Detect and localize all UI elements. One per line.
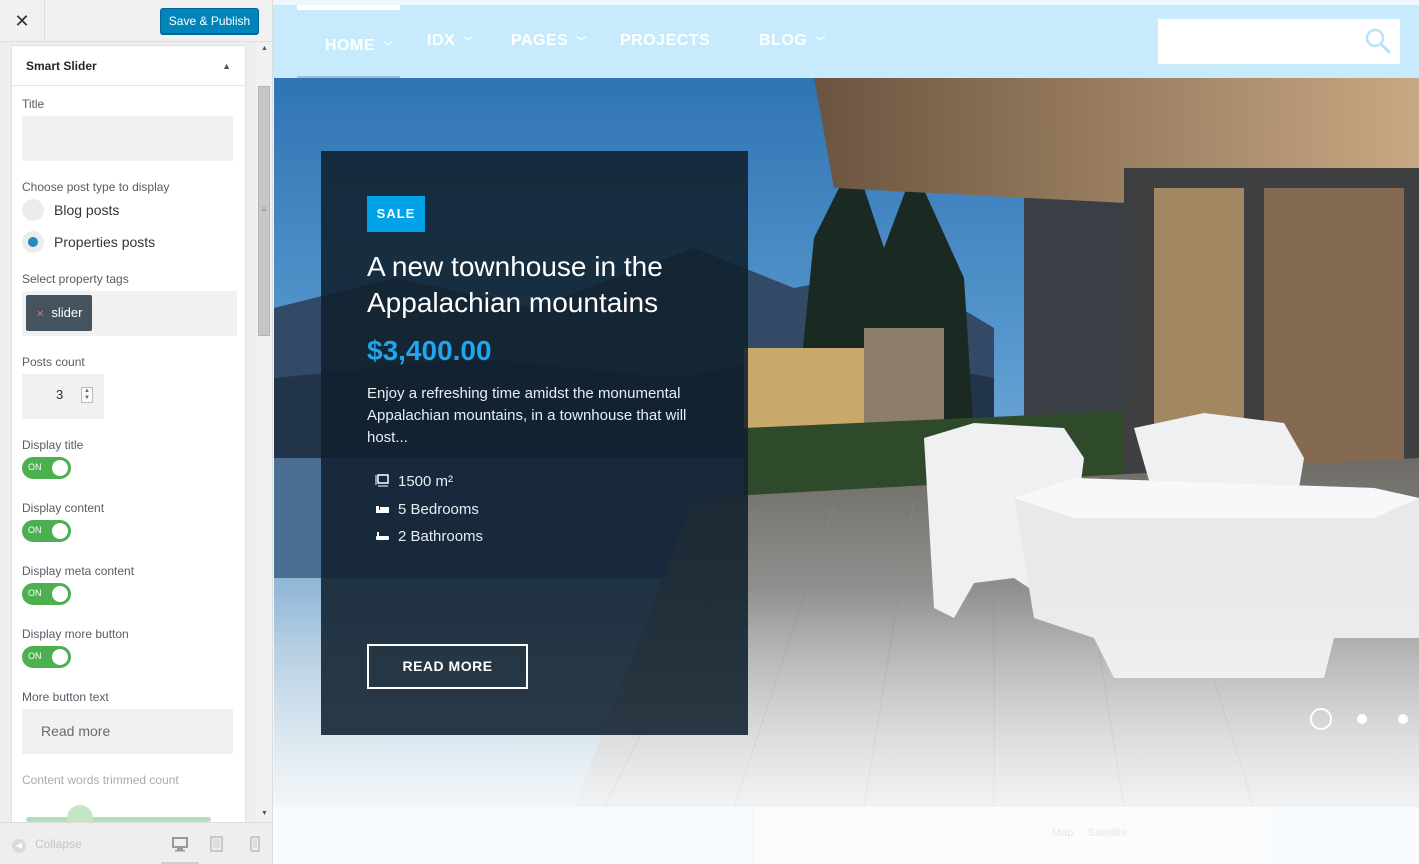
- meta-bedrooms-text: 5 Bedrooms: [398, 501, 479, 518]
- below-slider-section: Map Satellite: [273, 807, 1419, 864]
- toggle-state: ON: [28, 588, 42, 598]
- display-content-label: Display content: [22, 501, 105, 515]
- property-tags-select[interactable]: ✕ slider: [22, 291, 237, 336]
- radio-blog-posts[interactable]: [22, 199, 44, 221]
- desktop-icon[interactable]: [172, 835, 188, 853]
- nav-home[interactable]: HOME ﹀: [325, 37, 394, 55]
- meta-bedrooms: 5 Bedrooms: [375, 501, 479, 518]
- collapse-arrow-icon[interactable]: ▲: [222, 61, 231, 71]
- slider-dot-active[interactable]: [1310, 708, 1332, 730]
- customizer-header: ✕ Save & Publish: [0, 0, 272, 42]
- site-search-input[interactable]: [1158, 19, 1400, 64]
- radio-blog-posts-label[interactable]: Blog posts: [54, 202, 119, 218]
- remove-tag-icon[interactable]: ✕: [36, 309, 44, 320]
- collapse-button[interactable]: ◀ Collapse: [12, 837, 82, 853]
- scroll-grip-icon: ≡: [261, 205, 267, 214]
- toggle-state: ON: [28, 462, 42, 472]
- slide-card: SALE A new townhouse in the Appalachian …: [321, 151, 748, 735]
- more-button-text-input[interactable]: Read more: [22, 709, 233, 754]
- title-label: Title: [22, 97, 45, 111]
- display-title-label: Display title: [22, 438, 84, 452]
- toggle-knob: [52, 649, 68, 665]
- widget-panel: Smart Slider ▲ Title Choose post type to…: [11, 45, 246, 825]
- nav-active-indicator: [297, 5, 400, 10]
- mobile-icon[interactable]: [247, 835, 263, 853]
- search-icon[interactable]: [1364, 27, 1392, 55]
- hero-slider: SALE A new townhouse in the Appalachian …: [274, 78, 1419, 807]
- posts-count-stepper[interactable]: 3 ▲ ▼: [22, 374, 104, 419]
- property-tags-label: Select property tags: [22, 272, 129, 286]
- more-button-text-label: More button text: [22, 690, 109, 704]
- toggle-state: ON: [28, 525, 42, 535]
- save-publish-button[interactable]: Save & Publish: [160, 8, 259, 34]
- tag-chip: ✕ slider: [26, 295, 93, 331]
- tag-chip-label: slider: [51, 305, 83, 320]
- map-widget: Map Satellite: [753, 807, 1273, 864]
- posts-count-value: 3: [56, 387, 64, 402]
- nav-home-label: HOME: [325, 37, 375, 54]
- slide-title[interactable]: A new townhouse in the Appalachian mount…: [367, 249, 727, 321]
- map-tab-map[interactable]: Map: [1052, 827, 1073, 839]
- toggle-knob: [52, 523, 68, 539]
- toggle-knob: [52, 460, 68, 476]
- display-meta-toggle[interactable]: ON: [22, 583, 71, 605]
- nav-idx[interactable]: IDX ﹀: [427, 32, 474, 50]
- chevron-down-icon: ﹀: [463, 37, 474, 48]
- customizer-sidebar: ✕ Save & Publish Smart Slider ▲ Title Ch…: [0, 0, 273, 864]
- chevron-down-icon: ﹀: [576, 37, 587, 48]
- post-type-label: Choose post type to display: [22, 180, 170, 194]
- map-tab-satellite[interactable]: Satellite: [1088, 827, 1127, 839]
- tablet-icon[interactable]: [209, 835, 225, 853]
- radio-properties-posts-label[interactable]: Properties posts: [54, 234, 155, 250]
- bed-icon: [376, 506, 389, 513]
- chevron-down-icon: ﹀: [815, 37, 826, 48]
- display-content-toggle[interactable]: ON: [22, 520, 71, 542]
- nav-blog[interactable]: BLOG ﹀: [759, 32, 826, 50]
- scroll-up-icon[interactable]: ▲: [261, 45, 268, 52]
- nav-projects[interactable]: PROJECTS: [620, 32, 710, 50]
- radio-properties-posts[interactable]: [22, 231, 44, 253]
- nav-pages[interactable]: PAGES ﹀: [511, 32, 587, 50]
- trim-count-label: Content words trimmed count: [22, 773, 179, 787]
- widget-title: Smart Slider: [26, 58, 97, 73]
- sale-badge: SALE: [367, 196, 425, 232]
- collapse-label: Collapse: [35, 837, 82, 851]
- display-more-button-label: Display more button: [22, 627, 129, 641]
- title-input[interactable]: [22, 116, 233, 161]
- meta-area-text: 1500 m²: [398, 473, 454, 490]
- meta-bathrooms: 2 Bathrooms: [375, 528, 483, 545]
- site-preview: HOME ﹀ IDX ﹀ PAGES ﹀ PROJECTS BLOG ﹀ SAL…: [273, 0, 1419, 864]
- nav-pages-label: PAGES: [511, 32, 569, 49]
- meta-area: 1500 m²: [375, 473, 453, 490]
- sidebar-scrollbar[interactable]: ▲ ≡ ▼: [256, 42, 272, 822]
- nav-blog-label: BLOG: [759, 32, 808, 49]
- nav-projects-label: PROJECTS: [620, 32, 711, 49]
- widget-header[interactable]: Smart Slider ▲: [12, 46, 245, 86]
- toggle-state: ON: [28, 651, 42, 661]
- display-more-button-toggle[interactable]: ON: [22, 646, 71, 668]
- customizer-footer: ◀ Collapse: [0, 822, 272, 864]
- close-icon[interactable]: ✕: [0, 0, 45, 42]
- display-meta-label: Display meta content: [22, 564, 135, 578]
- read-more-button[interactable]: READ MORE: [367, 644, 528, 689]
- display-title-toggle[interactable]: ON: [22, 457, 71, 479]
- slider-dot[interactable]: [1398, 714, 1408, 724]
- slide-description: Enjoy a refreshing time amidst the monum…: [367, 385, 687, 446]
- stepper-arrows-icon[interactable]: ▲ ▼: [81, 387, 93, 403]
- posts-count-label: Posts count: [22, 355, 85, 369]
- toggle-knob: [52, 586, 68, 602]
- site-navbar: HOME ﹀ IDX ﹀ PAGES ﹀ PROJECTS BLOG ﹀: [273, 5, 1419, 78]
- area-icon: [375, 474, 389, 487]
- slider-dot[interactable]: [1357, 714, 1367, 724]
- collapse-icon: ◀: [12, 839, 26, 853]
- scroll-down-icon[interactable]: ▼: [261, 810, 268, 817]
- meta-bathrooms-text: 2 Bathrooms: [398, 528, 484, 545]
- bath-icon: [376, 532, 389, 540]
- nav-idx-label: IDX: [427, 32, 456, 49]
- slide-price: $3,400.00: [367, 335, 492, 366]
- chevron-down-icon: ﹀: [383, 42, 394, 53]
